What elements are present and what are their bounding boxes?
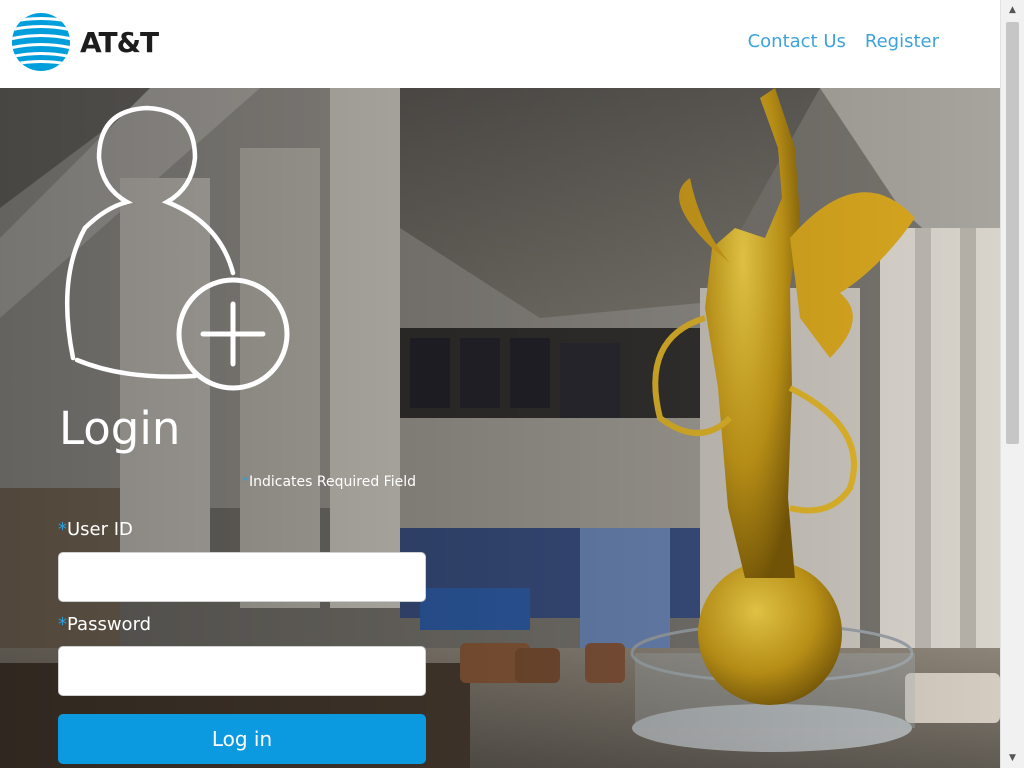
- required-asterisk: *: [58, 519, 67, 540]
- login-title: Login: [59, 402, 181, 455]
- password-label: *Password: [58, 614, 151, 635]
- hero-background: Login *Indicates Required Field *User ID…: [0, 88, 1000, 768]
- user-id-label: *User ID: [58, 519, 133, 540]
- user-id-label-text: User ID: [67, 519, 133, 540]
- required-field-note: *Indicates Required Field: [242, 474, 416, 490]
- header-links: Contact Us Register: [748, 31, 939, 52]
- scrollbar-thumb[interactable]: [1006, 22, 1019, 444]
- brand-name: AT&T: [80, 25, 159, 59]
- user-id-input[interactable]: [58, 552, 426, 602]
- password-input[interactable]: [58, 646, 426, 696]
- password-label-text: Password: [67, 614, 152, 635]
- register-link[interactable]: Register: [865, 31, 939, 52]
- required-asterisk: *: [58, 614, 67, 635]
- add-user-icon: [64, 105, 290, 391]
- required-asterisk: *: [242, 474, 249, 490]
- contact-us-link[interactable]: Contact Us: [748, 31, 846, 52]
- att-globe-icon: [12, 13, 70, 71]
- att-logo[interactable]: AT&T: [12, 13, 159, 71]
- site-header: AT&T Contact Us Register: [0, 0, 1000, 88]
- scroll-up-arrow-icon[interactable]: ▲: [1001, 0, 1024, 20]
- login-button[interactable]: Log in: [58, 714, 426, 764]
- required-field-note-text: Indicates Required Field: [249, 474, 416, 490]
- page-scrollbar[interactable]: ▲ ▼: [1000, 0, 1024, 768]
- scroll-down-arrow-icon[interactable]: ▼: [1001, 748, 1024, 768]
